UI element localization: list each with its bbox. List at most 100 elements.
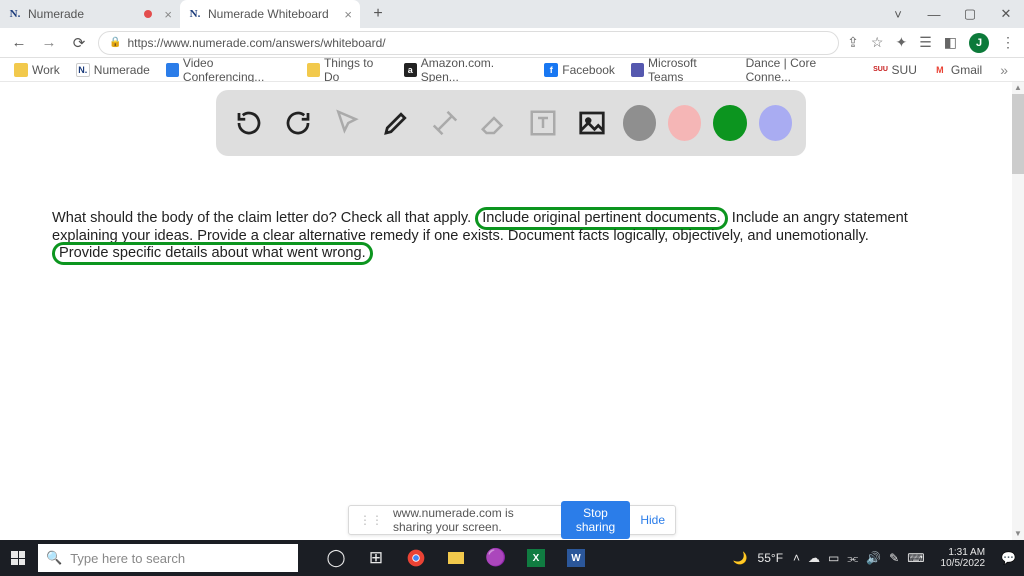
clock-time: 1:31 AM: [948, 547, 985, 558]
bookmark-amazon[interactable]: aAmazon.com. Spen...: [400, 54, 533, 86]
redo-button[interactable]: [279, 103, 316, 143]
close-icon[interactable]: ×: [344, 7, 352, 22]
reload-button[interactable]: ⟳: [68, 32, 90, 54]
forward-button[interactable]: →: [38, 32, 60, 54]
scrollbar[interactable]: ▲ ▼: [1012, 82, 1024, 540]
windows-icon: [11, 551, 25, 565]
pen-tool[interactable]: [377, 103, 414, 143]
word-icon[interactable]: W: [556, 540, 596, 576]
window-controls: ˅ — ▢ ✕: [880, 0, 1024, 28]
panel-icon[interactable]: ◧: [944, 34, 957, 51]
star-icon[interactable]: ☆: [871, 34, 884, 51]
url-text: https://www.numerade.com/answers/whitebo…: [127, 36, 385, 50]
bookmark-label: Gmail: [951, 63, 982, 77]
reading-list-icon[interactable]: ☰: [919, 34, 932, 51]
stop-sharing-button[interactable]: Stop sharing: [561, 501, 631, 539]
bookmark-video[interactable]: Video Conferencing...: [162, 54, 295, 86]
tab-whiteboard[interactable]: N. Numerade Whiteboard ×: [180, 0, 360, 28]
bookmark-todo[interactable]: Things to Do: [303, 54, 392, 86]
weather-icon[interactable]: 🌙: [733, 551, 748, 565]
teams-icon[interactable]: 🟣: [476, 540, 516, 576]
tab-label: Numerade Whiteboard: [208, 7, 329, 21]
pointer-tool[interactable]: [328, 103, 365, 143]
bookmark-teams[interactable]: Microsoft Teams: [627, 54, 734, 86]
share-text: www.numerade.com is sharing your screen.: [393, 506, 551, 534]
color-gray-swatch[interactable]: [623, 105, 656, 141]
favicon-icon: N.: [8, 7, 22, 21]
pen-tray-icon[interactable]: ✎: [889, 551, 899, 565]
excel-icon[interactable]: X: [516, 540, 556, 576]
chrome-icon[interactable]: [396, 540, 436, 576]
wifi-icon[interactable]: ⫘: [847, 551, 858, 566]
back-button[interactable]: ←: [8, 32, 30, 54]
windows-taskbar: 🔍 Type here to search ◯ ⊞ 🟣 X W 🌙 55°F ˄…: [0, 540, 1024, 576]
address-actions: ⇪ ☆ ✦ ☰ ◧ J ⋮: [847, 33, 1016, 53]
recording-indicator-icon: [144, 10, 152, 18]
close-icon[interactable]: ×: [164, 7, 172, 22]
volume-icon[interactable]: 🔊: [866, 551, 881, 565]
whiteboard-toolbar: [216, 90, 806, 156]
bookmarks-bar: Work N.Numerade Video Conferencing... Th…: [0, 58, 1024, 82]
minimize-button[interactable]: —: [916, 0, 952, 28]
share-icon[interactable]: ⇪: [847, 34, 859, 51]
scroll-up-icon[interactable]: ▲: [1012, 82, 1024, 94]
bookmark-label: Amazon.com. Spen...: [421, 56, 528, 84]
cortana-icon[interactable]: ◯: [316, 540, 356, 576]
bookmark-gmail[interactable]: MGmail: [929, 61, 986, 79]
chevron-up-icon[interactable]: ˄: [793, 551, 800, 565]
bookmark-label: Facebook: [562, 63, 615, 77]
bookmark-suu[interactable]: SUUSUU: [870, 61, 921, 79]
search-placeholder: Type here to search: [70, 551, 185, 566]
close-button[interactable]: ✕: [988, 0, 1024, 28]
explorer-icon[interactable]: [436, 540, 476, 576]
screen-share-bar: ⋮⋮ www.numerade.com is sharing your scre…: [348, 505, 676, 535]
keyboard-icon[interactable]: ⌨: [907, 551, 924, 565]
battery-icon[interactable]: ▭: [828, 551, 839, 565]
bookmarks-overflow-icon[interactable]: »: [994, 62, 1014, 78]
text-tool[interactable]: [524, 103, 561, 143]
bookmark-label: Numerade: [94, 63, 150, 77]
profile-avatar[interactable]: J: [969, 33, 989, 53]
bookmark-label: Dance | Core Conne...: [746, 56, 858, 84]
bookmark-numerade[interactable]: N.Numerade: [72, 61, 154, 79]
maximize-button[interactable]: ▢: [952, 0, 988, 28]
favicon-icon: N.: [188, 7, 202, 21]
extensions-icon[interactable]: ✦: [895, 34, 907, 51]
chevron-down-icon[interactable]: ˅: [880, 0, 916, 28]
bookmark-label: Work: [32, 63, 60, 77]
start-button[interactable]: [0, 540, 36, 576]
color-purple-swatch[interactable]: [759, 105, 792, 141]
new-tab-button[interactable]: +: [366, 2, 390, 26]
color-green-swatch[interactable]: [713, 105, 746, 141]
task-view-icon[interactable]: ⊞: [356, 540, 396, 576]
onedrive-icon[interactable]: ☁: [808, 551, 820, 565]
system-tray: ˄ ☁ ▭ ⫘ 🔊 ✎ ⌨: [793, 551, 925, 566]
highlighted-answer-2: Provide specific details about what went…: [52, 242, 373, 265]
tab-numerade[interactable]: N. Numerade ×: [0, 0, 180, 28]
color-pink-swatch[interactable]: [668, 105, 701, 141]
tools-icon[interactable]: [426, 103, 463, 143]
taskbar-search[interactable]: 🔍 Type here to search: [38, 544, 298, 572]
bookmark-label: Things to Do: [324, 56, 388, 84]
tab-label: Numerade: [28, 7, 84, 21]
image-tool[interactable]: [573, 103, 610, 143]
bookmark-facebook[interactable]: fFacebook: [540, 61, 619, 79]
hide-share-button[interactable]: Hide: [640, 513, 665, 527]
clock[interactable]: 1:31 AM 10/5/2022: [935, 547, 992, 569]
clock-date: 10/5/2022: [941, 558, 986, 569]
bookmark-dance[interactable]: Dance | Core Conne...: [742, 54, 862, 86]
scroll-thumb[interactable]: [1012, 94, 1024, 174]
menu-icon[interactable]: ⋮: [1001, 34, 1016, 51]
bookmark-label: Microsoft Teams: [648, 56, 730, 84]
scroll-down-icon[interactable]: ▼: [1012, 528, 1024, 540]
temperature[interactable]: 55°F: [758, 551, 783, 565]
notifications-icon[interactable]: 💬: [1001, 551, 1016, 565]
undo-button[interactable]: [230, 103, 267, 143]
browser-titlebar: N. Numerade × N. Numerade Whiteboard × +…: [0, 0, 1024, 28]
question-intro: What should the body of the claim letter…: [52, 210, 475, 226]
bookmark-work[interactable]: Work: [10, 61, 64, 79]
share-handle-icon[interactable]: ⋮⋮: [359, 513, 383, 527]
address-bar[interactable]: 🔒 https://www.numerade.com/answers/white…: [98, 31, 839, 55]
lock-icon: 🔒: [109, 37, 121, 48]
eraser-tool[interactable]: [475, 103, 512, 143]
